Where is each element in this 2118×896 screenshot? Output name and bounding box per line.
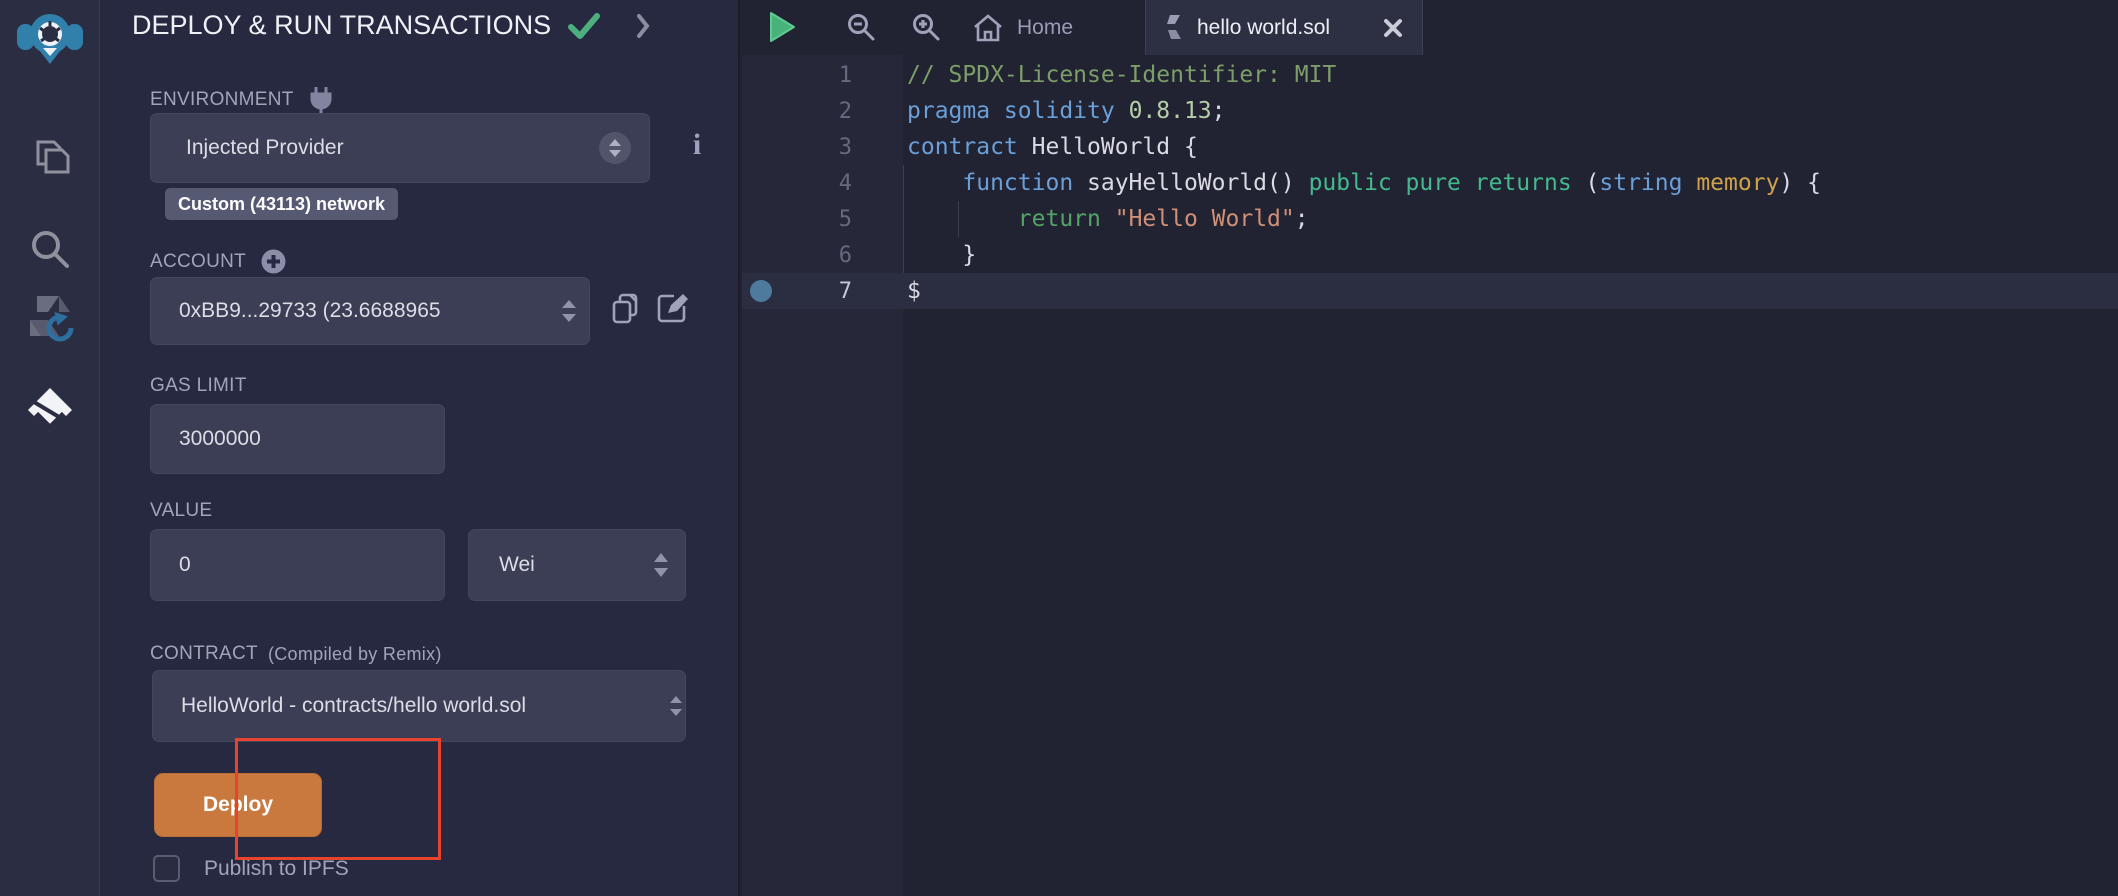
value-amount: 0 <box>179 553 191 577</box>
file-explorer-icon[interactable] <box>0 132 100 184</box>
breakpoint-margin[interactable] <box>742 93 802 129</box>
indent-guide <box>958 201 959 237</box>
line-number[interactable]: 5 <box>802 207 852 232</box>
publish-ipfs-checkbox[interactable] <box>153 855 180 882</box>
code-editor[interactable]: 1// SPDX-License-Identifier: MIT2pragma … <box>742 57 2118 309</box>
code-line-text: pragma solidity 0.8.13; <box>852 98 1226 124</box>
file-tab-label: hello world.sol <box>1197 16 1330 40</box>
add-account-icon[interactable] <box>260 248 287 275</box>
remix-ide-window: DEPLOY & RUN TRANSACTIONS ENVIRONMENT In… <box>0 0 2118 896</box>
line-number[interactable]: 6 <box>802 243 852 268</box>
account-caret-icon <box>561 298 577 324</box>
gas-limit-label: GAS LIMIT <box>150 375 247 397</box>
gas-limit-input[interactable]: 3000000 <box>150 404 445 474</box>
code-line-text: // SPDX-License-Identifier: MIT <box>852 62 1336 88</box>
value-input[interactable]: 0 <box>150 529 445 601</box>
solidity-compiler-icon[interactable] <box>0 292 100 360</box>
deploy-run-panel: DEPLOY & RUN TRANSACTIONS ENVIRONMENT In… <box>100 0 740 896</box>
contract-select[interactable]: HelloWorld - contracts/hello world.sol <box>152 670 686 742</box>
value-unit: Wei <box>499 553 653 577</box>
breakpoint-margin[interactable] <box>742 129 802 165</box>
plug-icon <box>308 86 334 114</box>
environment-caret-icon <box>599 132 631 164</box>
breakpoint-margin[interactable] <box>742 237 802 273</box>
deploy-button[interactable]: Deploy <box>154 773 322 837</box>
contract-caret-icon <box>669 694 683 718</box>
code-line-text: return "Hello World"; <box>852 206 1309 232</box>
publish-ipfs-label: Publish to IPFS <box>204 857 349 881</box>
account-value: 0xBB9...29733 (23.6688965 <box>179 299 561 323</box>
deploy-and-run-icon[interactable] <box>0 386 100 438</box>
code-line-text: function sayHelloWorld() public pure ret… <box>852 170 1821 196</box>
environment-value: Injected Provider <box>186 136 599 160</box>
line-number[interactable]: 4 <box>802 171 852 196</box>
code-line[interactable]: 2pragma solidity 0.8.13; <box>742 93 2118 129</box>
unit-caret-icon <box>653 551 669 579</box>
value-label: VALUE <box>150 500 212 522</box>
line-number[interactable]: 1 <box>802 63 852 88</box>
line-number[interactable]: 3 <box>802 135 852 160</box>
info-icon[interactable]: i <box>682 128 712 162</box>
contract-sublabel: (Compiled by Remix) <box>268 644 442 665</box>
account-label: ACCOUNT <box>150 251 246 273</box>
zoom-out-icon[interactable] <box>846 12 876 42</box>
remix-logo-icon[interactable] <box>0 8 100 70</box>
home-tab-label: Home <box>1017 16 1073 40</box>
contract-value: HelloWorld - contracts/hello world.sol <box>181 694 669 718</box>
gas-limit-value: 3000000 <box>179 427 261 451</box>
breakpoint-margin[interactable] <box>742 165 802 201</box>
close-tab-icon[interactable] <box>1382 17 1404 39</box>
contract-label: CONTRACT <box>150 643 258 665</box>
editor-tabbar: Home hello world.sol <box>742 0 2118 55</box>
solidity-file-icon <box>1164 13 1184 43</box>
code-line[interactable]: 5 return "Hello World"; <box>742 201 2118 237</box>
line-number[interactable]: 7 <box>802 279 852 304</box>
breakpoint-margin[interactable] <box>742 57 802 93</box>
code-line-text: contract HelloWorld { <box>852 134 1198 160</box>
network-badge: Custom (43113) network <box>165 188 398 220</box>
code-line[interactable]: 4 function sayHelloWorld() public pure r… <box>742 165 2118 201</box>
chevron-right-icon[interactable] <box>635 12 651 40</box>
account-select[interactable]: 0xBB9...29733 (23.6688965 <box>150 277 590 345</box>
environment-label: ENVIRONMENT <box>150 89 294 111</box>
code-line[interactable]: 1// SPDX-License-Identifier: MIT <box>742 57 2118 93</box>
breakpoint-margin[interactable] <box>742 273 802 309</box>
tab-home[interactable]: Home <box>964 0 1081 55</box>
tab-file-active[interactable]: hello world.sol <box>1145 0 1423 55</box>
line-number[interactable]: 2 <box>802 99 852 124</box>
code-line-text: $ <box>852 278 921 304</box>
code-line-text: } <box>852 242 976 268</box>
panel-title: DEPLOY & RUN TRANSACTIONS <box>132 10 551 41</box>
panel-header: DEPLOY & RUN TRANSACTIONS <box>132 10 651 41</box>
search-icon[interactable] <box>0 224 100 274</box>
breakpoint-margin[interactable] <box>742 201 802 237</box>
editor-area: Home hello world.sol 1// S <box>742 0 2118 896</box>
edit-account-icon[interactable] <box>656 292 688 324</box>
run-script-icon[interactable] <box>767 11 797 43</box>
icon-sidebar <box>0 0 100 896</box>
copy-account-icon[interactable] <box>610 292 640 326</box>
code-line[interactable]: 3contract HelloWorld { <box>742 129 2118 165</box>
environment-select[interactable]: Injected Provider <box>150 113 650 183</box>
indent-guide <box>903 165 904 273</box>
code-line[interactable]: 7$ <box>742 273 2118 309</box>
compile-success-check-icon <box>567 11 601 41</box>
breakpoint-dot-icon[interactable] <box>750 280 772 302</box>
zoom-in-icon[interactable] <box>911 12 941 42</box>
code-line[interactable]: 6 } <box>742 237 2118 273</box>
value-unit-select[interactable]: Wei <box>468 529 686 601</box>
home-icon <box>972 13 1004 43</box>
